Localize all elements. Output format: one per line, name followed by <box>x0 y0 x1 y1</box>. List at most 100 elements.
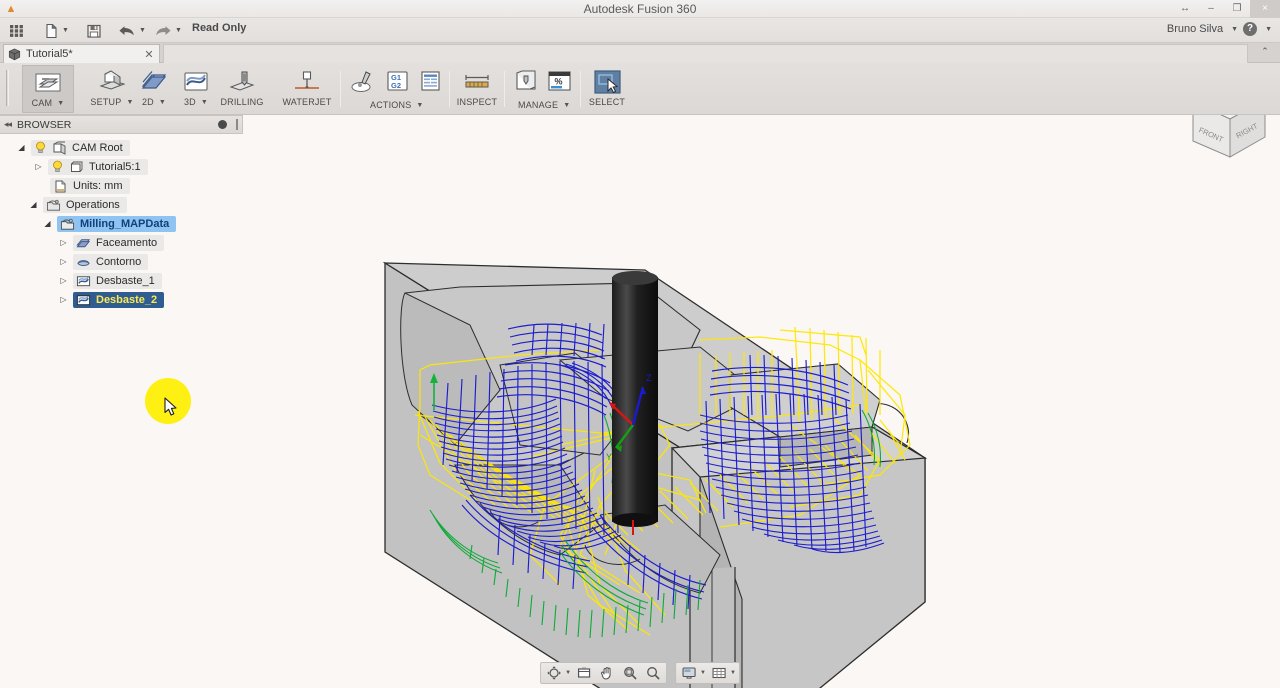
new-file-icon <box>44 23 59 39</box>
viewport-canvas[interactable]: Z Y TOP FRONT RIGHT ◂◂ BROWSER ◢ <box>0 115 1280 688</box>
ribbon-button-inspect[interactable]: INSPECT <box>455 65 499 113</box>
tree-item-cam-root[interactable]: ◢ CAM Root <box>0 138 243 157</box>
restore-button[interactable]: ❐ <box>1224 0 1250 18</box>
ribbon-button-3d[interactable]: 3D ▼ <box>176 65 216 113</box>
tree-item-contorno[interactable]: ▷ Contorno <box>0 252 243 271</box>
threed-caret-icon[interactable]: ▼ <box>201 99 208 106</box>
ribbon-button-select[interactable]: SELECT <box>586 65 628 113</box>
ribbon-grip <box>6 70 9 106</box>
ribbon-separator-4 <box>580 71 581 107</box>
mouse-cursor-icon <box>164 397 178 416</box>
axis-label-z: Z <box>646 373 652 383</box>
redo-caret-icon[interactable]: ▼ <box>175 27 182 34</box>
ribbon-label-actions: ACTIONS <box>370 100 411 110</box>
expand-arrow-icon[interactable]: ◢ <box>42 219 53 228</box>
ribbon-button-cam[interactable]: CAM ▼ <box>22 65 74 113</box>
tool-library-icon <box>511 68 541 96</box>
orbit-caret-icon[interactable]: ▼ <box>565 670 571 676</box>
expand-arrow-icon[interactable]: ◢ <box>16 143 27 152</box>
tree-label-desbaste-2: Desbaste_2 <box>96 294 157 306</box>
expand-arrow-icon[interactable]: ▷ <box>58 295 69 304</box>
redo-button[interactable]: ▼ <box>152 20 184 41</box>
document-tab-bar: Tutorial5* ✕ ⌃ <box>0 43 1280 63</box>
tree-item-faceamento[interactable]: ▷ Faceamento <box>0 233 243 252</box>
new-file-button[interactable]: ▼ <box>42 20 71 41</box>
user-menu[interactable]: Bruno Silva ▼ ? ▼ <box>1167 22 1272 36</box>
grid-snaps-button[interactable] <box>709 664 729 682</box>
fit-icon <box>576 665 592 681</box>
expand-arrow-icon[interactable]: ▷ <box>58 238 69 247</box>
simulate-icon <box>349 68 379 96</box>
tree-label-operations: Operations <box>66 199 120 211</box>
collapse-ribbon-chevron-icon[interactable]: ⌃ <box>1254 46 1276 60</box>
cam-caret-icon[interactable]: ▼ <box>57 100 64 107</box>
cutting-tool <box>612 271 658 527</box>
units-icon <box>53 179 68 193</box>
ribbon-button-waterjet[interactable]: WATERJET <box>277 65 337 113</box>
minimize-button[interactable]: – <box>1198 0 1224 18</box>
resize-arrows-icon[interactable]: ↔ <box>1172 0 1198 18</box>
setup-sheet-icon <box>415 68 445 96</box>
undo-caret-icon[interactable]: ▼ <box>139 27 146 34</box>
light-bulb-icon[interactable] <box>51 160 64 173</box>
tree-item-desbaste-1[interactable]: ▷ Desbaste_1 <box>0 271 243 290</box>
ribbon-button-setup[interactable]: SETUP ▼ <box>85 65 139 113</box>
expand-arrow-icon[interactable]: ▷ <box>58 276 69 285</box>
help-icon[interactable]: ? <box>1243 22 1257 36</box>
tree-item-tutorial5[interactable]: ▷ Tutorial5:1 <box>0 157 243 176</box>
browser-collapse-icon[interactable]: ◂◂ <box>4 119 11 130</box>
display-settings-caret-icon[interactable]: ▼ <box>700 670 706 676</box>
zoom-icon <box>645 665 661 681</box>
orbit-button[interactable] <box>544 664 564 682</box>
document-cube-icon <box>8 48 21 61</box>
twod-caret-icon[interactable]: ▼ <box>159 99 166 106</box>
ribbon-separator-1 <box>340 71 341 107</box>
fit-button[interactable] <box>574 664 594 682</box>
display-settings-button[interactable] <box>679 664 699 682</box>
app-menu-button[interactable] <box>6 20 27 41</box>
nav-group-view: ▼ <box>540 662 667 684</box>
setup-caret-icon[interactable]: ▼ <box>126 99 133 106</box>
cam-icon <box>33 69 63 97</box>
document-tab-close-icon[interactable]: ✕ <box>143 48 155 61</box>
expand-arrow-icon[interactable]: ▷ <box>58 257 69 266</box>
light-bulb-icon[interactable] <box>34 141 47 154</box>
ribbon-label-waterjet: WATERJET <box>282 97 331 107</box>
browser-options-icon[interactable] <box>218 120 227 129</box>
zoom-window-button[interactable] <box>620 664 640 682</box>
expand-arrow-icon[interactable]: ◢ <box>28 200 39 209</box>
contour-toolpath-icon <box>76 255 91 269</box>
g-code-icon: G1 G2 <box>382 68 412 96</box>
expand-arrow-icon[interactable]: ▷ <box>33 162 44 171</box>
manage-caret-icon[interactable]: ▼ <box>563 102 570 109</box>
zoom-button[interactable] <box>643 664 663 682</box>
close-button[interactable]: × <box>1250 0 1280 18</box>
save-button[interactable] <box>84 20 104 41</box>
svg-text:G2: G2 <box>391 81 401 90</box>
ribbon-button-drilling[interactable]: DRILLING <box>214 65 270 113</box>
undo-button[interactable]: ▼ <box>116 20 148 41</box>
tree-item-operations[interactable]: ◢ Operations <box>0 195 243 214</box>
document-tab-tutorial5[interactable]: Tutorial5* ✕ <box>3 44 160 63</box>
read-only-label: Read Only <box>192 22 246 34</box>
tree-label-cam-root: CAM Root <box>72 142 123 154</box>
tree-label-milling-mapdata: Milling_MAPData <box>80 218 169 230</box>
view-cube[interactable]: TOP FRONT RIGHT <box>1173 115 1280 172</box>
tree-item-milling-mapdata[interactable]: ◢ Milling_MAPData <box>0 214 243 233</box>
actions-caret-icon[interactable]: ▼ <box>416 102 423 109</box>
tree-item-units[interactable]: Units: mm <box>0 176 243 195</box>
navigation-bar: ▼ <box>540 662 740 684</box>
tree-label-tutorial5: Tutorial5:1 <box>89 161 141 173</box>
help-caret-icon[interactable]: ▼ <box>1265 26 1272 33</box>
ribbon-separator-3 <box>504 71 505 107</box>
ribbon-button-2d[interactable]: 2D ▼ <box>134 65 174 113</box>
tree-item-desbaste-2[interactable]: ▷ Desbaste_2 <box>0 290 243 309</box>
browser-grip-icon[interactable] <box>236 119 238 130</box>
new-file-caret-icon[interactable]: ▼ <box>62 27 69 34</box>
pan-button[interactable] <box>597 664 617 682</box>
pan-hand-icon <box>599 665 615 681</box>
grid-snaps-caret-icon[interactable]: ▼ <box>730 670 736 676</box>
axis-label-y: Y <box>606 452 612 462</box>
cam-root-icon <box>52 141 67 155</box>
user-caret-icon[interactable]: ▼ <box>1231 26 1238 33</box>
